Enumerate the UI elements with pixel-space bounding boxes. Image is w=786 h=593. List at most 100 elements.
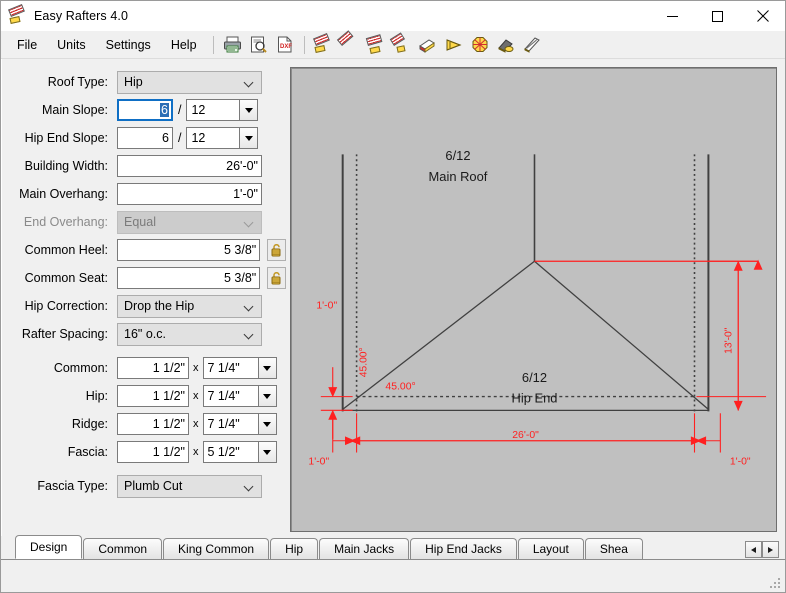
ridge-depth-dropdown-button[interactable] bbox=[257, 413, 277, 435]
tab-hip-end-jacks[interactable]: Hip End Jacks bbox=[410, 538, 517, 559]
fascia-depth-combo[interactable]: 5 1/2" bbox=[202, 441, 277, 463]
main-slope-run-combo[interactable]: 12 bbox=[186, 99, 259, 121]
fascia-thickness-input[interactable]: 1 1/2" bbox=[117, 441, 189, 463]
hip-correction-dropdown[interactable]: Drop the Hip bbox=[117, 294, 262, 318]
jack-rafter-icon[interactable] bbox=[389, 31, 414, 57]
triangle-down-icon bbox=[263, 421, 271, 427]
menu-help[interactable]: Help bbox=[161, 34, 207, 56]
main-slope-run-dropdown-button[interactable] bbox=[239, 99, 259, 121]
hip-end-slope-rise-input[interactable]: 6 bbox=[117, 127, 173, 149]
fascia-type-label: Fascia Type: bbox=[37, 479, 108, 493]
sheathing-icon[interactable] bbox=[416, 33, 440, 57]
common-depth-dropdown-button[interactable] bbox=[257, 357, 277, 379]
hip-rafter-left bbox=[342, 260, 535, 410]
ridge-depth-combo[interactable]: 7 1/4" bbox=[202, 413, 277, 435]
tab-hip[interactable]: Hip bbox=[270, 538, 319, 559]
common-depth-value[interactable]: 7 1/4" bbox=[202, 357, 258, 379]
drawing-area-wrapper: 6/12 Main Roof 6/12 Hip End 13'-0" 26'-0… bbox=[286, 59, 785, 536]
common-thickness-input[interactable]: 1 1/2" bbox=[117, 357, 189, 379]
tab-sheathing[interactable]: Shea bbox=[584, 538, 643, 559]
unlocked-padlock-icon bbox=[271, 243, 281, 256]
rafter-spacing-dropdown[interactable]: 16" o.c. bbox=[117, 322, 262, 346]
resize-grip[interactable] bbox=[770, 578, 781, 589]
tab-scroll-buttons bbox=[745, 541, 779, 558]
height-dim-label: 13'-0" bbox=[723, 327, 734, 354]
hip-rafter-right bbox=[534, 260, 709, 410]
common-depth-combo[interactable]: 7 1/4" bbox=[202, 357, 277, 379]
hip-end-slope-run-dropdown-button[interactable] bbox=[239, 127, 259, 149]
hip-rafter-icon[interactable] bbox=[336, 29, 362, 57]
valley-icon[interactable] bbox=[494, 33, 518, 57]
print-preview-icon[interactable] bbox=[247, 33, 271, 57]
dxf-export-icon[interactable]: DXF bbox=[273, 33, 297, 57]
octagon-icon[interactable] bbox=[468, 33, 492, 57]
fascia-icon[interactable] bbox=[520, 33, 544, 57]
common-heel-lock-button[interactable] bbox=[267, 239, 286, 261]
hip-end-name-label: Hip End bbox=[512, 391, 558, 406]
fascia-lumber-label: Fascia: bbox=[67, 445, 108, 459]
chevron-down-icon bbox=[245, 78, 254, 87]
menu-units[interactable]: Units bbox=[47, 34, 95, 56]
common-rafter-icon[interactable] bbox=[312, 32, 336, 57]
maximize-button[interactable] bbox=[695, 1, 740, 31]
tab-king-common[interactable]: King Common bbox=[163, 538, 270, 559]
field-building-width: Building Width: 26'-0" bbox=[2, 153, 286, 179]
hip-end-slope-run-combo[interactable]: 12 bbox=[186, 127, 259, 149]
print-icon[interactable] bbox=[221, 33, 245, 57]
king-common-icon[interactable] bbox=[364, 33, 388, 57]
width-dim-label: 26'-0" bbox=[512, 430, 539, 441]
main-slope-label: Main Slope: bbox=[41, 103, 108, 117]
hip-depth-value[interactable]: 7 1/4" bbox=[202, 385, 258, 407]
hip-depth-dropdown-button[interactable] bbox=[257, 385, 277, 407]
ridge-depth-value[interactable]: 7 1/4" bbox=[202, 413, 258, 435]
roof-type-value: Hip bbox=[124, 75, 143, 89]
bottom-left-overhang-label: 1'-0" bbox=[308, 456, 329, 467]
triangle-down-icon bbox=[244, 135, 253, 141]
menu-settings[interactable]: Settings bbox=[96, 34, 161, 56]
field-fascia-lumber: Fascia: 1 1/2" x 5 1/2" bbox=[2, 439, 286, 465]
application-window: Easy Rafters 4.0 File Units Settings Hel… bbox=[0, 0, 786, 593]
tab-design[interactable]: Design bbox=[15, 535, 83, 559]
hip-depth-combo[interactable]: 7 1/4" bbox=[202, 385, 277, 407]
hip-end-slope-run-value[interactable]: 12 bbox=[186, 127, 240, 149]
tab-main-jacks[interactable]: Main Jacks bbox=[319, 538, 410, 559]
end-overhang-dropdown: Equal bbox=[117, 210, 262, 234]
main-slope-rise-input[interactable]: 6 bbox=[117, 99, 173, 121]
fascia-depth-dropdown-button[interactable] bbox=[257, 441, 277, 463]
hip-thickness-input[interactable]: 1 1/2" bbox=[117, 385, 189, 407]
fascia-thickness-value: 1 1/2" bbox=[152, 445, 185, 459]
chevron-down-icon bbox=[245, 330, 254, 339]
main-slope-run-value[interactable]: 12 bbox=[186, 99, 240, 121]
menu-file[interactable]: File bbox=[7, 34, 47, 56]
roof-type-dropdown[interactable]: Hip bbox=[117, 70, 262, 94]
tab-scroll-left-button[interactable] bbox=[745, 541, 762, 558]
title-bar: Easy Rafters 4.0 bbox=[1, 1, 785, 31]
hip-correction-label: Hip Correction: bbox=[24, 299, 108, 313]
building-width-input[interactable]: 26'-0" bbox=[117, 155, 262, 177]
main-overhang-input[interactable]: 1'-0" bbox=[117, 183, 262, 205]
fascia-type-dropdown[interactable]: Plumb Cut bbox=[117, 474, 262, 498]
field-main-overhang: Main Overhang: 1'-0" bbox=[2, 181, 286, 207]
tab-scroll-right-button[interactable] bbox=[762, 541, 779, 558]
layout-icon[interactable] bbox=[442, 33, 466, 57]
end-overhang-value: Equal bbox=[124, 215, 156, 229]
triangle-right-icon bbox=[768, 546, 773, 553]
common-seat-input[interactable]: 5 3/8" bbox=[117, 267, 261, 289]
common-seat-lock-button[interactable] bbox=[267, 267, 286, 289]
tab-common[interactable]: Common bbox=[83, 538, 163, 559]
main-roof-slope-label: 6/12 bbox=[445, 148, 470, 163]
triangle-down-icon bbox=[263, 393, 271, 399]
fascia-depth-value[interactable]: 5 1/2" bbox=[202, 441, 258, 463]
ridge-thickness-input[interactable]: 1 1/2" bbox=[117, 413, 189, 435]
toolbar-separator bbox=[212, 35, 214, 54]
tab-layout-label: Layout bbox=[532, 542, 569, 556]
minimize-button[interactable] bbox=[650, 1, 695, 31]
hip-lumber-separator: x bbox=[193, 390, 199, 402]
tab-layout[interactable]: Layout bbox=[517, 538, 584, 559]
menu-bar: File Units Settings Help DXF bbox=[1, 29, 785, 59]
close-button[interactable] bbox=[740, 1, 785, 31]
app-icon bbox=[8, 3, 27, 25]
roof-drawing-panel[interactable]: 6/12 Main Roof 6/12 Hip End 13'-0" 26'-0… bbox=[290, 67, 777, 532]
common-heel-input[interactable]: 5 3/8" bbox=[117, 239, 261, 261]
tab-common-label: Common bbox=[98, 542, 148, 556]
